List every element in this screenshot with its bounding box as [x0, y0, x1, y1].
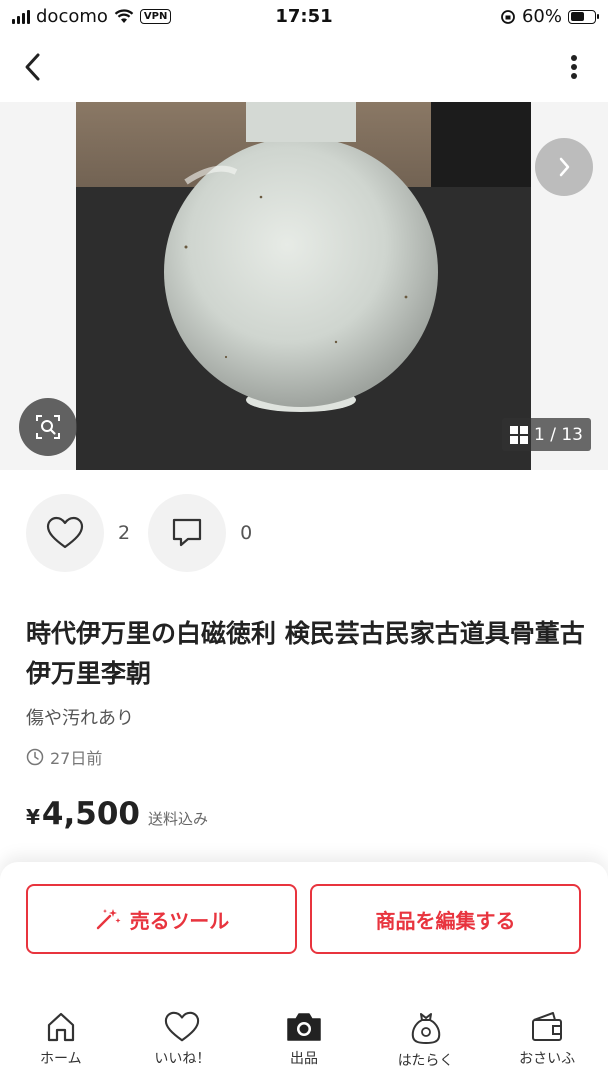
- tab-likes-label: いいね！: [154, 1051, 211, 1067]
- heart-icon: [165, 1011, 200, 1042]
- clock-icon: [26, 748, 44, 766]
- edit-item-label: 商品を編集する: [375, 908, 516, 933]
- sell-tool-button[interactable]: 売るツール: [26, 884, 297, 954]
- vase-photo: [76, 102, 531, 470]
- image-counter[interactable]: 1 / 13: [502, 418, 591, 451]
- image-search-button[interactable]: [19, 398, 77, 456]
- action-row: 2 0: [26, 494, 270, 572]
- tab-wallet[interactable]: おさいふ: [486, 1000, 608, 1080]
- vertical-dots-icon: [571, 55, 577, 79]
- currency-symbol: ¥: [26, 805, 40, 829]
- magic-wand-icon: [96, 909, 121, 930]
- tab-wallet-label: おさいふ: [519, 1051, 576, 1067]
- sell-tool-label: 売るツール: [129, 908, 230, 933]
- price-row: ¥ 4,500 送料込み: [26, 796, 208, 832]
- tab-home[interactable]: ホーム: [0, 1000, 122, 1080]
- status-right: 60%: [500, 6, 599, 27]
- image-counter-label: 1 / 13: [534, 424, 583, 445]
- tab-bar: ホーム いいね！ 出品 はたらく おさいふ: [0, 1000, 608, 1080]
- more-button[interactable]: [570, 54, 578, 80]
- tab-work[interactable]: はたらく: [365, 1000, 487, 1080]
- comment-button[interactable]: [148, 494, 227, 572]
- posted-time: 27日前: [26, 745, 102, 769]
- battery-icon: [568, 9, 599, 24]
- like-count: 2: [118, 522, 131, 544]
- image-gallery[interactable]: 1 / 13: [0, 102, 608, 470]
- money-bag-icon: [411, 1013, 440, 1044]
- chevron-left-icon: [25, 53, 40, 81]
- item-price: 4,500: [41, 796, 140, 832]
- bottom-action-sheet: 売るツール 商品を編集する: [0, 862, 608, 1002]
- tab-sell-label: 出品: [289, 1051, 318, 1067]
- item-title: 時代伊万里の白磁徳利 検民芸古民家古道具骨董古伊万里李朝: [26, 619, 585, 688]
- like-button[interactable]: [26, 494, 104, 572]
- tab-work-label: はたらく: [397, 1053, 454, 1069]
- header: [0, 34, 608, 102]
- image-search-icon: [36, 415, 60, 439]
- product-photo[interactable]: [76, 102, 531, 470]
- posted-label: 27日前: [50, 749, 103, 768]
- chevron-right-icon: [559, 157, 570, 177]
- tab-home-label: ホーム: [40, 1051, 82, 1067]
- heart-icon: [46, 516, 84, 549]
- orientation-lock-icon: [501, 9, 515, 24]
- back-button[interactable]: [18, 50, 50, 84]
- comment-count: 0: [240, 522, 253, 544]
- comment-icon: [172, 518, 202, 547]
- grid-icon: [510, 425, 528, 444]
- wallet-icon: [532, 1012, 563, 1041]
- tab-sell[interactable]: 出品: [243, 1000, 365, 1080]
- edit-item-button[interactable]: 商品を編集する: [310, 884, 581, 954]
- item-condition: 傷や汚れあり: [26, 708, 134, 729]
- next-image-button[interactable]: [535, 138, 593, 196]
- camera-icon: [287, 1013, 321, 1041]
- battery-percent: 60%: [521, 6, 562, 27]
- status-bar: docomo VPN 17:51 60%: [0, 0, 608, 34]
- shipping-note: 送料込み: [147, 810, 208, 828]
- tab-likes[interactable]: いいね！: [122, 1000, 244, 1080]
- home-icon: [47, 1012, 74, 1042]
